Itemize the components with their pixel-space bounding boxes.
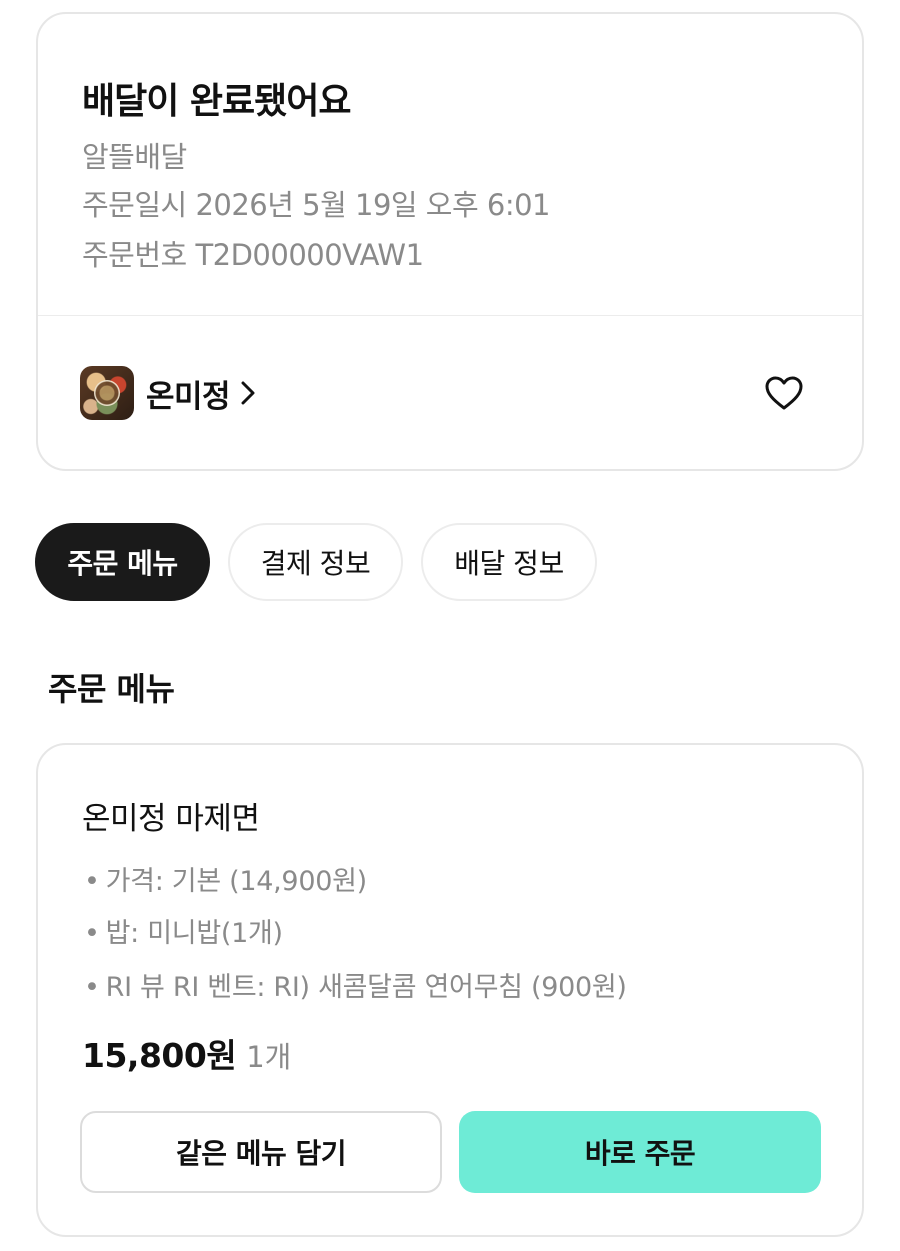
chevron-right-icon (240, 380, 256, 406)
order-summary-card: 배달이 완료됐어요 알뜰배달 주문일시 2026년 5월 19일 오후 6:01… (36, 12, 864, 471)
heart-icon[interactable] (764, 374, 804, 414)
card-divider (38, 315, 862, 316)
order-datetime: 주문일시 2026년 5월 19일 오후 6:01 (82, 188, 551, 222)
tab-delivery-info[interactable]: 배달 정보 (421, 523, 597, 601)
tab-order-menu[interactable]: 주문 메뉴 (35, 523, 210, 601)
delivery-type: 알뜰배달 (82, 140, 187, 174)
option-text: 밥: 미니밥(1개) (105, 918, 283, 949)
tab-payment-info[interactable]: 결제 정보 (228, 523, 403, 601)
bullet: • (84, 866, 100, 897)
order-number: 주문번호 T2D00000VAW1 (82, 238, 424, 272)
store-name: 온미정 (146, 378, 231, 415)
bullet: • (84, 972, 100, 1003)
menu-item-name: 온미정 마제면 (82, 801, 260, 837)
item-quantity: 1개 (246, 1040, 292, 1074)
store-link[interactable]: 온미정 (80, 366, 256, 420)
item-price: 15,800원 (82, 1036, 237, 1075)
store-thumbnail (80, 366, 134, 420)
bullet: • (84, 918, 100, 949)
add-same-menu-button[interactable]: 같은 메뉴 담기 (80, 1111, 442, 1193)
option-line: • RI 뷰 RI 벤트: RI) 새콤달콤 연어무침 (900원) (84, 965, 627, 1004)
order-status-title: 배달이 완료됐어요 (82, 81, 351, 122)
price-row: 15,800원 1개 (82, 1029, 291, 1077)
order-detail-tabs: 주문 메뉴 결제 정보 배달 정보 (35, 523, 615, 601)
option-line: • 가격: 기본 (14,900원) (84, 859, 367, 898)
option-line: • 밥: 미니밥(1개) (84, 911, 283, 950)
option-text: 가격: 기본 (14,900원) (105, 866, 368, 897)
order-now-button[interactable]: 바로 주문 (459, 1111, 821, 1193)
section-title: 주문 메뉴 (48, 670, 175, 708)
option-text: RI 뷰 RI 벤트: RI) 새콤달콤 연어무침 (900원) (105, 972, 627, 1003)
menu-item-card: 온미정 마제면 • 가격: 기본 (14,900원) • 밥: 미니밥(1개) • R… (36, 743, 864, 1237)
